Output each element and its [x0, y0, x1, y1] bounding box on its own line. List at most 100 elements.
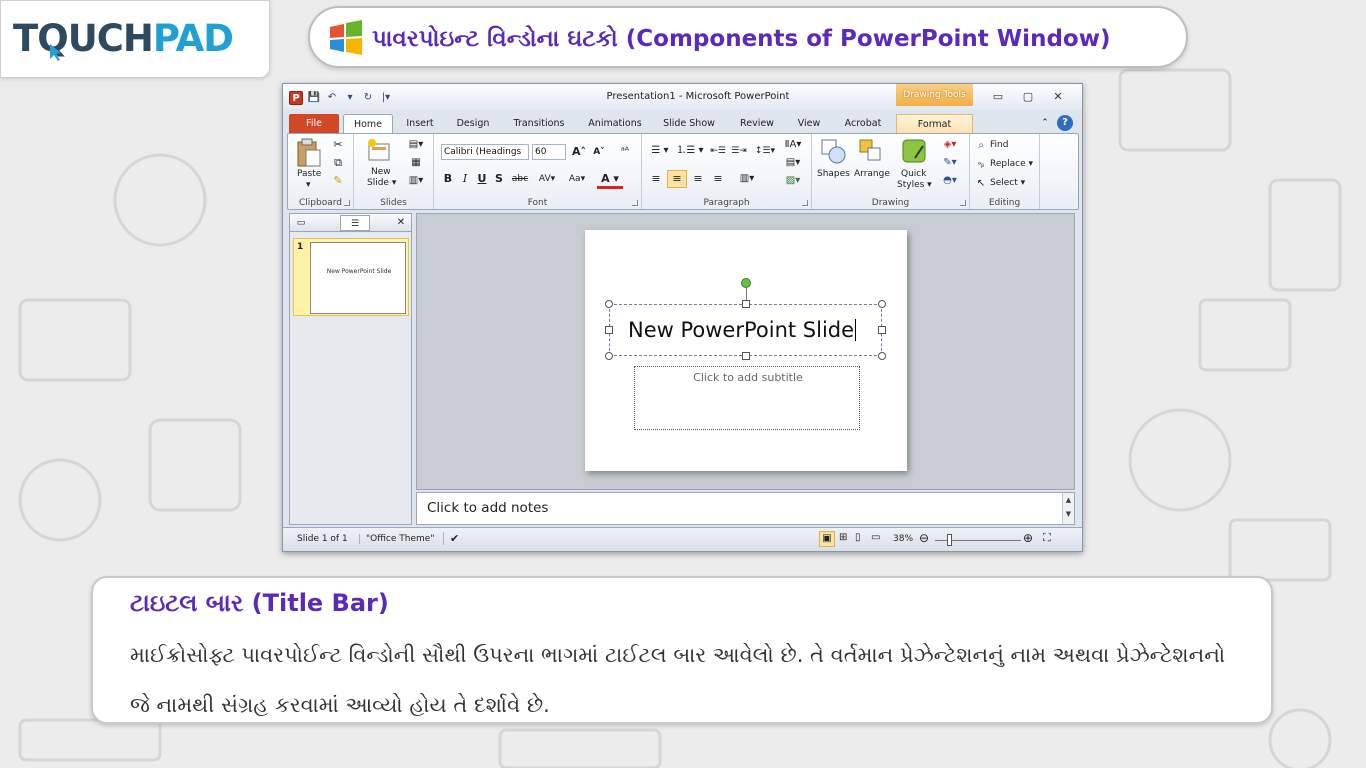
font-color-button[interactable]: A ▾ — [597, 171, 623, 189]
bold-button[interactable]: B — [441, 171, 455, 187]
shapes-icon[interactable] — [820, 138, 846, 164]
numbering-button[interactable]: ⒈☰ ▾ — [675, 143, 705, 159]
font-size-box[interactable]: 60 — [532, 144, 566, 160]
zoom-in-icon[interactable]: ⊕ — [1023, 531, 1033, 545]
paste-icon[interactable] — [296, 138, 322, 168]
new-slide-label-2[interactable]: Slide ▾ — [367, 178, 396, 188]
tab-file[interactable]: File — [289, 114, 339, 133]
section-icon[interactable]: ▥▾ — [404, 173, 428, 189]
justify-button[interactable]: ≡ — [709, 171, 727, 187]
select-button[interactable]: Select ▾ — [990, 178, 1025, 188]
quick-styles-icon[interactable] — [901, 138, 927, 164]
current-slide[interactable]: New PowerPoint Slide Click to add subtit… — [585, 230, 907, 471]
reset-icon[interactable]: ▦ — [404, 155, 428, 171]
drawing-launcher-icon[interactable] — [960, 200, 966, 206]
tab-transitions[interactable]: Transitions — [505, 114, 573, 133]
shrink-font-button[interactable]: A˅ — [590, 144, 608, 160]
maximize-button[interactable]: ▢ — [1017, 89, 1039, 105]
clipboard-launcher-icon[interactable] — [344, 200, 350, 206]
slide-sorter-icon[interactable]: ⊞ — [839, 532, 847, 543]
tab-format[interactable]: Format — [896, 114, 973, 133]
replace-button[interactable]: Replace ▾ — [990, 159, 1033, 169]
rotation-handle[interactable] — [741, 278, 751, 288]
undo-dropdown-icon[interactable]: ▾ — [343, 91, 357, 105]
resize-handle-b[interactable] — [742, 352, 750, 360]
shape-effects-icon[interactable]: ◓▾ — [936, 173, 964, 189]
layout-icon[interactable]: ▤▾ — [404, 137, 428, 153]
resize-handle-tl[interactable] — [605, 300, 613, 308]
title-placeholder[interactable]: New PowerPoint Slide — [609, 304, 882, 356]
format-painter-icon[interactable]: ✎ — [330, 173, 346, 189]
strikethrough-button[interactable]: abc — [509, 171, 531, 187]
slide-show-icon[interactable]: ▭ — [871, 532, 880, 543]
text-shadow-button[interactable]: S — [492, 171, 506, 187]
smartart-icon[interactable]: ▨▾ — [782, 173, 804, 189]
fit-to-window-icon[interactable]: ⛶ — [1043, 531, 1051, 545]
shape-outline-icon[interactable]: ✎▾ — [936, 155, 964, 171]
minimize-button[interactable]: ▭ — [987, 89, 1009, 105]
zoom-out-icon[interactable]: ⊖ — [919, 531, 929, 545]
bullets-button[interactable]: ☰ ▾ — [647, 143, 673, 159]
resize-handle-r[interactable] — [878, 326, 886, 334]
reading-view-icon[interactable]: ▯ — [855, 532, 861, 543]
new-slide-label[interactable]: New — [371, 167, 391, 177]
align-text-icon[interactable]: ▤▾ — [782, 155, 804, 171]
normal-view-icon[interactable]: ▣ — [819, 531, 835, 547]
close-pane-icon[interactable]: ✕ — [394, 215, 408, 231]
zoom-slider-thumb[interactable] — [947, 534, 952, 546]
resize-handle-l[interactable] — [605, 326, 613, 334]
slides-tab-icon[interactable]: ▭ — [294, 215, 308, 231]
new-slide-icon[interactable] — [366, 138, 392, 164]
select-cursor-icon[interactable]: ↖ — [974, 176, 988, 192]
grow-font-button[interactable]: A˄ — [570, 144, 588, 160]
change-case-button[interactable]: Aa▾ — [564, 171, 590, 187]
align-left-button[interactable]: ≡ — [647, 171, 665, 187]
notes-pane[interactable]: Click to add notes ▲ ▼ — [416, 492, 1075, 525]
tab-home[interactable]: Home — [343, 114, 393, 133]
zoom-level[interactable]: 38% — [893, 534, 913, 544]
align-right-button[interactable]: ≡ — [689, 171, 707, 187]
arrange-icon[interactable] — [858, 138, 884, 164]
tab-acrobat[interactable]: Acrobat — [836, 114, 890, 133]
decrease-indent-button[interactable]: ⇤☰ — [708, 143, 728, 159]
customize-qat-icon[interactable]: |▾ — [379, 91, 393, 105]
tab-design[interactable]: Design — [447, 114, 499, 133]
increase-indent-button[interactable]: ☰⇥ — [729, 143, 749, 159]
line-spacing-button[interactable]: ↕☰▾ — [752, 143, 778, 159]
tab-animations[interactable]: Animations — [581, 114, 649, 133]
help-icon[interactable]: ? — [1057, 115, 1073, 131]
paste-dropdown-icon[interactable]: ▾ — [306, 180, 311, 190]
character-spacing-button[interactable]: AV▾ — [534, 171, 560, 187]
find-button[interactable]: Find — [990, 140, 1008, 150]
resize-handle-t[interactable] — [742, 300, 750, 308]
quick-styles-label-2[interactable]: Styles ▾ — [897, 180, 932, 190]
slide-title-text[interactable]: New PowerPoint Slide — [628, 317, 857, 343]
align-center-button[interactable]: ≡ — [667, 170, 687, 188]
underline-button[interactable]: U — [475, 171, 489, 187]
paste-label[interactable]: Paste — [297, 169, 321, 179]
arrange-label[interactable]: Arrange — [854, 169, 890, 179]
font-launcher-icon[interactable] — [632, 200, 638, 206]
cut-icon[interactable]: ✂ — [330, 137, 346, 153]
find-icon[interactable]: ⌕ — [974, 138, 988, 154]
paragraph-launcher-icon[interactable] — [802, 200, 808, 206]
tab-insert[interactable]: Insert — [397, 114, 443, 133]
tab-review[interactable]: Review — [731, 114, 783, 133]
italic-button[interactable]: I — [458, 171, 472, 187]
quick-styles-label[interactable]: Quick — [901, 169, 926, 179]
spelling-check-icon[interactable]: ✔ — [443, 532, 459, 545]
minimize-ribbon-icon[interactable]: ⌃ — [1037, 114, 1053, 133]
slide-thumbnail[interactable]: New PowerPoint Slide — [310, 242, 406, 314]
clear-formatting-button[interactable]: ᵃᴬ — [616, 144, 634, 160]
text-direction-icon[interactable]: ⅡA▾ — [782, 137, 804, 153]
redo-icon[interactable]: ↻ — [361, 91, 375, 105]
save-icon[interactable]: 💾 — [307, 91, 321, 105]
tab-view[interactable]: View — [789, 114, 829, 133]
notes-scrollbar[interactable]: ▲ ▼ — [1062, 493, 1074, 524]
resize-handle-br[interactable] — [878, 352, 886, 360]
powerpoint-app-icon[interactable]: P — [289, 91, 303, 105]
theme-name[interactable]: "Office Theme" — [359, 534, 434, 544]
subtitle-placeholder[interactable]: Click to add subtitle — [634, 366, 860, 430]
shape-fill-icon[interactable]: ◈▾ — [936, 137, 964, 153]
resize-handle-bl[interactable] — [605, 352, 613, 360]
